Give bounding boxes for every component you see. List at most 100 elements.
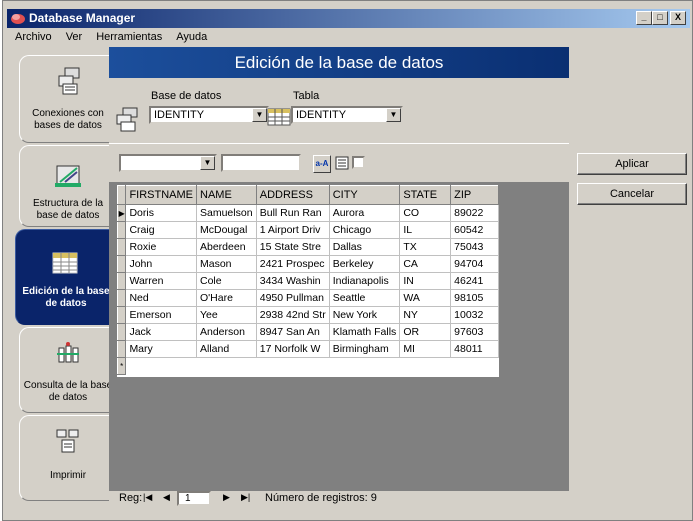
table-cell[interactable]: 94704 [450,255,499,273]
table-cell[interactable]: TX [399,238,452,256]
table-row[interactable]: Craig McDougal 1 Airport Driv Chicago IL 6054… [116,221,499,239]
column-header[interactable]: CITY [328,185,401,205]
close-button[interactable]: X [670,11,686,25]
table-row[interactable]: Emerson Yee 2938 42nd Str New York NY 10032 [116,306,499,324]
table-cell[interactable]: 48011 [450,340,499,358]
sidebar-item-connections[interactable]: Conexiones con bases de datos [19,55,117,143]
table-cell[interactable]: O'Hare [196,289,257,307]
table-cell[interactable]: Anderson [196,323,257,341]
table-cell[interactable]: McDougal [196,221,257,239]
table-row[interactable]: Jack Anderson 8947 San An Klamath Falls OR 97… [116,323,499,341]
column-header[interactable]: NAME [196,185,257,205]
table-row[interactable]: Warren Cole 3434 Washin Indianapolis IN 46241 [116,272,499,290]
table-cell[interactable]: New York [328,306,401,324]
cancel-button[interactable]: Cancelar [577,183,687,205]
table-cell[interactable]: 46241 [450,272,499,290]
table-cell[interactable]: 10032 [450,306,499,324]
title-bar[interactable]: Database Manager _ □ X [7,9,690,28]
row-selector[interactable] [116,238,127,256]
table-cell[interactable]: Yee [196,306,257,324]
table-row[interactable]: Mary Alland 17 Norfolk W Birmingham MI 48011 [116,340,499,358]
menu-herramientas[interactable]: Herramientas [96,31,162,45]
table-cell[interactable]: Klamath Falls [328,323,401,341]
table-cell[interactable]: MI [399,340,452,358]
row-selector[interactable] [116,221,127,239]
table-cell[interactable]: Bull Run Ran [255,204,330,222]
table-cell[interactable]: IN [399,272,452,290]
filter-field-select[interactable]: ▼ [119,154,217,172]
table-cell[interactable]: 89022 [450,204,499,222]
chevron-down-icon[interactable]: ▼ [200,156,215,170]
table-cell[interactable] [126,358,197,375]
table-cell[interactable]: NY [399,306,452,324]
table-cell[interactable]: Doris [125,204,197,222]
column-header[interactable]: FIRSTNAME [125,185,197,205]
next-record-button[interactable]: ▶ [223,492,230,503]
table-cell[interactable]: 98105 [450,289,499,307]
table-cell[interactable]: John [125,255,197,273]
column-header[interactable]: ADDRESS [255,185,330,205]
first-record-button[interactable]: |◀ [143,492,152,503]
sort-button[interactable]: a-A [313,155,331,173]
table-cell[interactable]: WA [399,289,452,307]
table-cell[interactable]: IL [399,221,452,239]
previous-record-button[interactable]: ◀ [163,492,170,503]
table-cell[interactable] [256,358,329,375]
table-row[interactable]: Roxie Aberdeen 15 State Stre Dallas TX 75043 [116,238,499,256]
last-record-button[interactable]: ▶| [241,492,250,503]
table-cell[interactable]: 4950 Pullman [255,289,330,307]
table-cell[interactable]: Indianapolis [328,272,401,290]
sidebar-item-structure[interactable]: Estructura de la base de datos [19,145,117,227]
table-cell[interactable]: Aberdeen [196,238,257,256]
row-selector[interactable]: ▶ [116,204,127,222]
data-grid[interactable]: FIRSTNAME NAME ADDRESS CITY STATE ZIP ▶ D… [116,185,499,377]
table-cell[interactable]: CO [399,204,452,222]
table-cell[interactable]: 97603 [450,323,499,341]
database-select[interactable]: IDENTITY ▼ [149,106,269,124]
row-selector[interactable] [116,306,127,324]
row-selector[interactable]: * [116,357,127,375]
filter-value-input[interactable] [221,154,301,172]
chevron-down-icon[interactable]: ▼ [386,108,401,122]
table-cell[interactable] [329,358,400,375]
sidebar-item-edit[interactable]: Edición de la base de datos [15,229,117,325]
table-cell[interactable]: Warren [125,272,197,290]
table-cell[interactable]: Jack [125,323,197,341]
table-cell[interactable]: Roxie [125,238,197,256]
table-cell[interactable] [400,358,451,375]
current-record-input[interactable]: 1 [177,491,211,506]
table-select[interactable]: IDENTITY ▼ [291,106,403,124]
table-cell[interactable]: Mary [125,340,197,358]
sidebar-item-print[interactable]: Imprimir [19,415,117,501]
table-cell[interactable]: Emerson [125,306,197,324]
table-cell[interactable] [451,358,499,375]
menu-archivo[interactable]: Archivo [15,31,52,45]
table-cell[interactable]: Craig [125,221,197,239]
table-cell[interactable]: Ned [125,289,197,307]
column-header[interactable]: STATE [399,185,452,205]
table-cell[interactable]: OR [399,323,452,341]
sidebar-item-query[interactable]: Consulta de la base de datos [19,327,117,413]
table-cell[interactable]: 8947 San An [255,323,330,341]
row-selector[interactable] [116,323,127,341]
table-cell[interactable]: Chicago [328,221,401,239]
table-cell[interactable]: Aurora [328,204,401,222]
table-cell[interactable]: Birmingham [328,340,401,358]
table-cell[interactable] [197,358,257,375]
column-header[interactable]: ZIP [450,185,499,205]
chevron-down-icon[interactable]: ▼ [252,108,267,122]
table-cell[interactable]: Cole [196,272,257,290]
table-row[interactable]: ▶ Doris Samuelson Bull Run Ran Aurora CO 89022 [116,204,499,222]
table-cell[interactable]: Berkeley [328,255,401,273]
row-selector[interactable] [116,272,127,290]
table-cell[interactable]: Seattle [328,289,401,307]
row-selector[interactable] [116,340,127,358]
row-selector[interactable] [116,289,127,307]
table-cell[interactable]: Samuelson [196,204,257,222]
new-record-row[interactable]: * [116,357,499,375]
table-cell[interactable]: 1 Airport Driv [255,221,330,239]
row-selector-header[interactable] [116,185,127,205]
table-cell[interactable]: 15 State Stre [255,238,330,256]
table-cell[interactable]: 3434 Washin [255,272,330,290]
menu-ver[interactable]: Ver [66,31,83,45]
